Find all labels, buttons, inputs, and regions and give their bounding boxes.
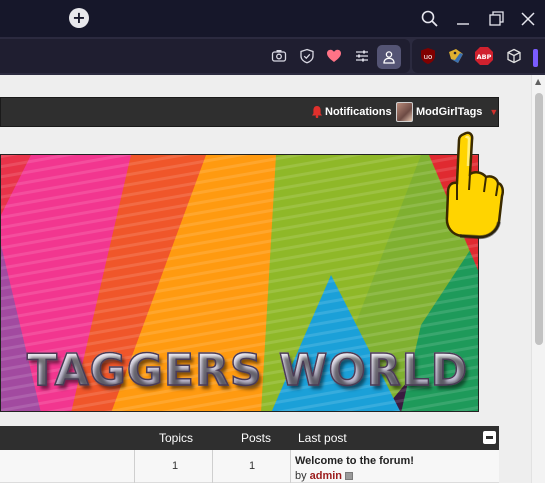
tag-extension-icon[interactable]	[445, 45, 467, 67]
minimize-icon[interactable]	[452, 8, 474, 30]
sidebar-toggle[interactable]	[533, 49, 538, 67]
forum-table-header: Topics Posts Last post	[0, 426, 499, 450]
banner-title: TAGGERS WORLD	[26, 344, 469, 397]
collapse-icon[interactable]	[483, 431, 496, 444]
pointing-hand-icon	[445, 131, 504, 240]
posts-cell: 1	[212, 450, 290, 483]
forum-banner[interactable]: TAGGERS WORLD	[0, 154, 479, 412]
search-icon[interactable]	[419, 8, 441, 30]
camera-icon[interactable]	[268, 45, 290, 67]
forum-navbar: Notifications ModGirlTags ▼	[0, 97, 499, 127]
svg-text:ABP: ABP	[477, 53, 492, 61]
avatar	[396, 102, 413, 122]
bell-icon	[312, 106, 322, 118]
last-post-byline: by admin	[295, 470, 354, 482]
author-link[interactable]: admin	[310, 470, 342, 482]
username: ModGirlTags	[416, 106, 483, 118]
profile-icon[interactable]	[377, 45, 401, 69]
last-post-column-header: Last post	[298, 431, 347, 445]
goto-post-icon[interactable]	[345, 472, 354, 480]
new-tab-button[interactable]: +	[69, 8, 89, 28]
table-row: 1 1 Welcome to the forum! by admin	[0, 450, 499, 483]
chevron-down-icon[interactable]: ▼	[489, 107, 498, 117]
notifications-label: Notifications	[325, 105, 392, 118]
topics-cell: 1	[134, 450, 212, 483]
last-post-title-link[interactable]: Welcome to the forum!	[295, 455, 414, 467]
restore-icon[interactable]	[485, 8, 507, 30]
browser-titlebar: +	[0, 0, 545, 37]
scroll-up-icon[interactable]: ▲	[535, 77, 541, 86]
extensions-bar: uo ABP	[412, 39, 545, 73]
scrollbar-thumb[interactable]	[535, 93, 543, 345]
user-menu[interactable]: ModGirlTags ▼	[396, 102, 498, 122]
url-bar[interactable]	[0, 39, 410, 73]
extensions-cube-icon[interactable]	[503, 45, 525, 67]
column-divider	[290, 450, 291, 483]
posts-column-header: Posts	[241, 431, 272, 445]
close-icon[interactable]	[517, 8, 539, 30]
sliders-icon[interactable]	[351, 45, 373, 67]
shield-check-icon[interactable]	[296, 45, 318, 67]
ublock-icon[interactable]: uo	[417, 45, 439, 67]
svg-text:uo: uo	[424, 53, 433, 61]
topics-column-header: Topics	[159, 431, 194, 445]
by-label: by	[295, 470, 307, 482]
browser-toolbar: uo ABP	[0, 37, 545, 75]
forum-page: Notifications ModGirlTags ▼ TAGGERS WORL…	[0, 75, 545, 483]
topics-count: 1	[172, 460, 179, 472]
page-scrollbar[interactable]: ▲	[531, 75, 545, 483]
heart-icon[interactable]	[323, 45, 345, 67]
posts-count: 1	[249, 460, 256, 472]
adblock-plus-icon[interactable]: ABP	[473, 45, 495, 67]
notifications-link[interactable]: Notifications	[311, 105, 392, 118]
